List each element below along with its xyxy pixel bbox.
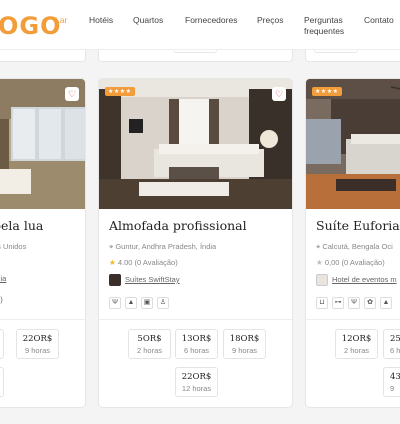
fork-knife-icon: Ψ [109,297,121,309]
price-option[interactable]: $ [0,367,4,397]
hotel-image[interactable]: ♡ [0,79,85,209]
bell-icon: ▲ [125,297,137,309]
favorite-icon[interactable]: ♡ [65,87,79,101]
supplier-name[interactable]: Hotel de eventos m [332,275,397,284]
price-amount: 25 [390,334,400,344]
price-hours: 2 horas [136,346,163,355]
nav-faq[interactable]: Perguntas frequentes [304,15,356,37]
nav-contact[interactable]: Contato [364,15,394,26]
favorite-icon[interactable]: ♡ [272,87,286,101]
price-option[interactable]: 5OR$ 2 horas [128,329,171,359]
price-hours: 2 horas [343,346,370,355]
price-amount: 13OR$ [181,334,212,344]
price-hours: 6 h [390,346,400,355]
location-text: Guntur, Andhra Pradesh, Índia [115,242,217,251]
price-option[interactable]: 22OR$ 12 horas [175,367,218,397]
price-option[interactable]: 12OR$ 2 horas [335,329,378,359]
hotel-rating: ★ 0,00 (0 Avaliação) [316,258,385,267]
top-navbar: OGO Lar Hotéis Quartos Fornecedores Preç… [0,0,400,50]
price-amount: 22OR$ [181,372,212,382]
nav-suppliers[interactable]: Fornecedores [185,15,237,26]
hotel-title[interactable]: Almofada profissional [109,218,247,233]
amenities-row: •••) [0,297,3,304]
price-option[interactable]: 13OR$ 6 horas [175,329,218,359]
star-icon: ★ [109,258,116,267]
supplier-link[interactable]: nilia [0,274,6,283]
hotel-card-almofada[interactable]: ★★★★ ♡ Almofada profissional ⌖ Guntur, A… [98,78,293,408]
hotel-card-suite-euforia[interactable]: ★★★★ Suíte Euforia ⌖ Calcutá, Bengala Oc… [305,78,400,408]
divider [0,319,85,320]
nav-hotels[interactable]: Hotéis [89,15,113,26]
location-pin-icon: ⌖ [109,242,114,251]
price-amount: 5OR$ [137,334,162,344]
price-option[interactable]: 18OR$ 9 horas [223,329,266,359]
rating-text: 0,00 (0 Avaliação) [324,258,385,267]
price-option[interactable]: 22OR$ 9 horas [16,329,59,359]
price-amount: 43 [390,372,400,382]
bell-icon: ▲ [380,297,392,309]
lotus-icon: ✿ [364,297,376,309]
supplier-link[interactable]: Hotel de eventos m [316,274,397,286]
hotel-card-left[interactable]: ♡ pela lua os Unidos nilia •••) 22OR$ 9 … [0,78,86,408]
star-badge: ★★★★ [312,87,342,96]
supplier-link[interactable]: Suítes SwiftStay [109,274,180,286]
hotel-location: ⌖ Calcutá, Bengala Oci [316,242,393,252]
divider [306,319,400,320]
price-amount: 18OR$ [229,334,260,344]
star-icon: ★ [316,258,323,267]
hotel-title[interactable]: Suíte Euforia [316,218,400,233]
nav-prices[interactable]: Preços [257,15,283,26]
price-hours: 9 [390,384,395,393]
price-hours: 6 horas [183,346,210,355]
user-icon: ♙ [157,297,169,309]
hotel-image[interactable]: ★★★★ [306,79,400,209]
price-option[interactable]: 25 6 h [383,329,400,359]
price-hours: 12 horas [181,384,212,393]
star-badge: ★★★★ [105,87,135,96]
hotel-image[interactable]: ★★★★ ♡ [99,79,292,209]
price-option[interactable]: 43 9 [383,367,400,397]
hotel-rating: ★ 4.00 (0 Avaliação) [109,258,178,267]
location-pin-icon: ⌖ [316,242,321,251]
nav-rooms[interactable]: Quartos [133,15,163,26]
supplier-avatar [109,274,121,286]
supplier-avatar [316,274,328,286]
logo[interactable]: OGO [0,12,62,40]
price-amount: 12OR$ [341,334,372,344]
bath-icon: ⊔ [316,297,328,309]
hotel-location: os Unidos [0,242,27,251]
page: { "header": { "logo": "OGO", "nav": [ {"… [0,0,400,424]
fork-knife-icon: Ψ [348,297,360,309]
nav-home[interactable]: Lar [55,15,67,26]
price-amount: 22OR$ [22,334,53,344]
price-option[interactable] [0,329,4,359]
square-icon: ▣ [141,297,153,309]
location-text: Calcutá, Bengala Oci [322,242,393,251]
price-amount: $ [0,372,3,382]
price-hours: 9 horas [231,346,258,355]
supplier-name[interactable]: Suítes SwiftStay [125,275,180,284]
hotel-title[interactable]: pela lua [0,218,43,233]
hotel-location: ⌖ Guntur, Andhra Pradesh, Índia [109,242,216,252]
dumbbell-icon: ⊶ [332,297,344,309]
price-hours: 9 horas [24,346,51,355]
amenities-row: Ψ ▲ ▣ ♙ [109,297,173,309]
divider [99,319,292,320]
rating-text: 4.00 (0 Avaliação) [117,258,178,267]
amenities-row: ⊔ ⊶ Ψ ✿ ▲ [316,297,396,309]
